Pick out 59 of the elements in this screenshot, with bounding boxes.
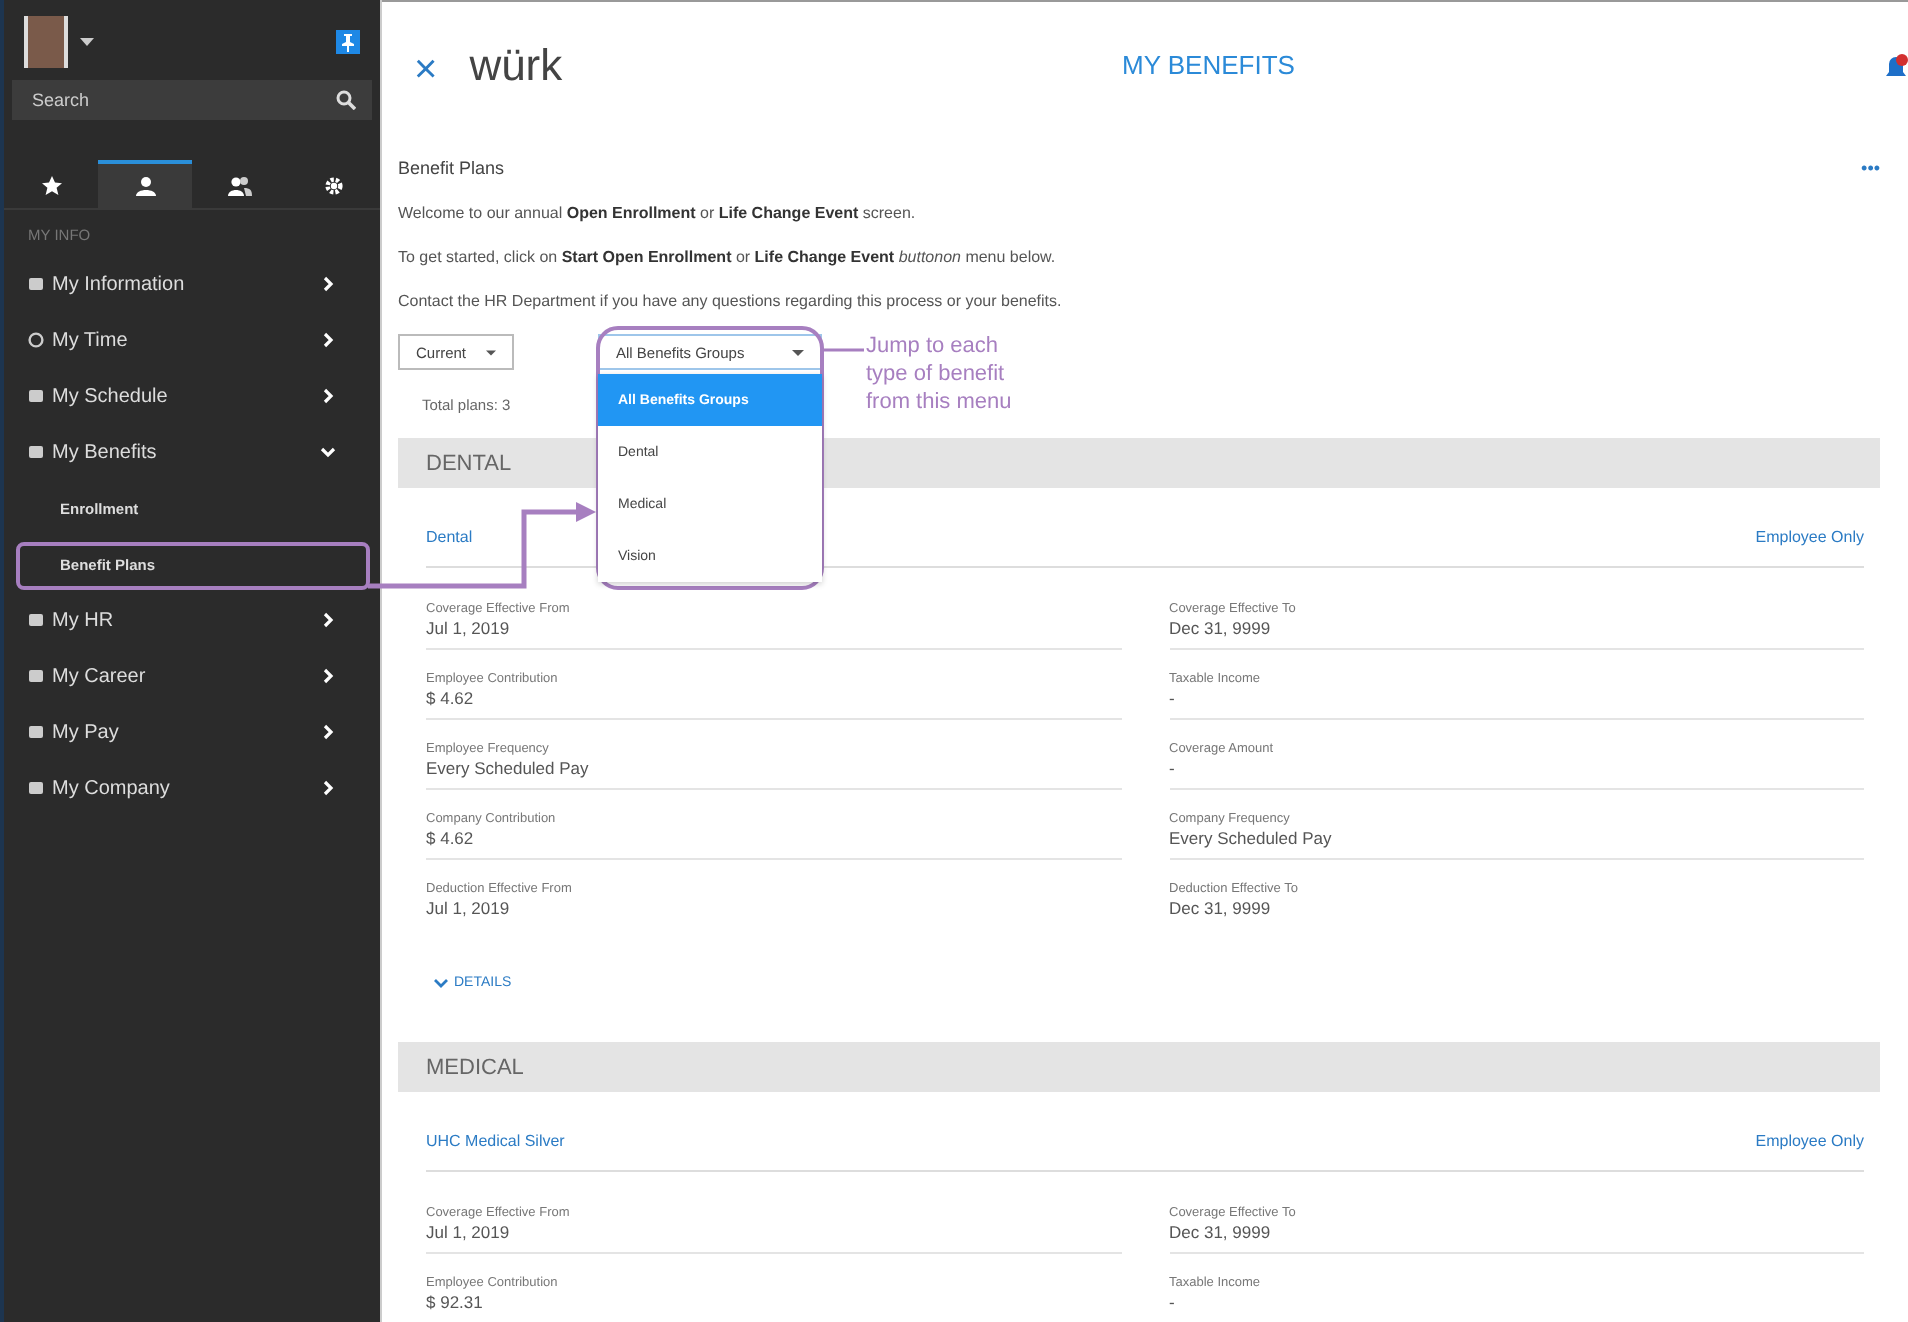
plan-link[interactable]: UHC Medical Silver xyxy=(426,1132,565,1150)
nav-item[interactable]: My Time xyxy=(4,312,380,368)
intro-text: To get started, click on Start Open Enrollment or Life Change Event buttonon menu below. xyxy=(398,248,1058,266)
caret-icon[interactable] xyxy=(80,38,94,46)
nav-item[interactable]: My Benefits xyxy=(4,424,380,480)
menu-item-icon xyxy=(28,780,44,796)
field-value: Dec 31, 9999 xyxy=(1169,1222,1273,1242)
coverage-level: Employee Only xyxy=(1755,1132,1864,1150)
field-value: $ 4.62 xyxy=(426,828,476,848)
field-value: - xyxy=(1169,758,1177,778)
nav-item[interactable]: My Pay xyxy=(4,704,380,760)
logo: würk xyxy=(469,40,563,92)
star-icon xyxy=(41,176,61,196)
notification-bell-icon[interactable] xyxy=(1884,54,1908,82)
nav-item[interactable]: My Schedule xyxy=(4,368,380,424)
more-button[interactable]: ••• xyxy=(1861,158,1880,178)
menu-item-icon xyxy=(28,444,44,460)
plan-link[interactable]: Dental xyxy=(426,528,473,546)
leader-line xyxy=(824,348,864,352)
menu-item-icon xyxy=(28,388,44,404)
field-value: Every Scheduled Pay xyxy=(426,758,591,778)
field-value: Jul 1, 2019 xyxy=(426,898,512,918)
caret-icon xyxy=(792,349,804,355)
menu-item-icon xyxy=(28,668,44,684)
menu-item-icon xyxy=(28,724,44,740)
field-value: $ 92.31 xyxy=(426,1292,485,1312)
field-value: - xyxy=(1169,688,1177,708)
nav-item[interactable]: My Information xyxy=(4,256,380,312)
chevron-down-icon xyxy=(434,978,448,988)
nav-item[interactable]: My Company xyxy=(4,760,380,816)
nav-tab[interactable] xyxy=(98,160,192,208)
people-icon xyxy=(227,176,251,196)
intro-text: Contact the HR Department if you have any questions regarding this process or your benefits. xyxy=(398,292,1064,310)
field-value: $ 4.62 xyxy=(426,688,476,708)
section-header: MEDICAL xyxy=(398,1042,1880,1092)
field-value: - xyxy=(1169,1292,1177,1312)
menu-item-icon xyxy=(28,276,44,292)
field-value: Dec 31, 9999 xyxy=(1169,898,1273,918)
page-title: MY BENEFITS xyxy=(1122,50,1295,80)
close-button[interactable]: × xyxy=(414,47,438,93)
intro-text: Welcome to our annual Open Enrollment or Life Change Event screen. xyxy=(398,204,918,222)
menu-item-icon xyxy=(28,332,44,348)
annotation-text: Jump to each type of benefit from this menu xyxy=(866,332,1012,416)
field-value: Dec 31, 9999 xyxy=(1169,618,1273,638)
menu-item-icon xyxy=(28,612,44,628)
caret-icon xyxy=(486,349,496,355)
field-value: Every Scheduled Pay xyxy=(1169,828,1334,848)
nav-item[interactable]: My Career xyxy=(4,648,380,704)
search-field[interactable]: Search xyxy=(12,80,372,120)
coverage-level: Employee Only xyxy=(1755,528,1864,546)
pin-icon[interactable] xyxy=(336,30,360,54)
person-icon xyxy=(135,176,155,196)
settings-icon xyxy=(323,176,343,196)
field-value: Jul 1, 2019 xyxy=(426,618,512,638)
search-icon[interactable] xyxy=(336,90,356,110)
field-value: Jul 1, 2019 xyxy=(426,1222,512,1242)
nav-item[interactable]: My HR xyxy=(4,592,380,648)
avatar-photo-placeholder[interactable] xyxy=(24,16,68,68)
section-title: Benefit Plans xyxy=(398,158,505,178)
